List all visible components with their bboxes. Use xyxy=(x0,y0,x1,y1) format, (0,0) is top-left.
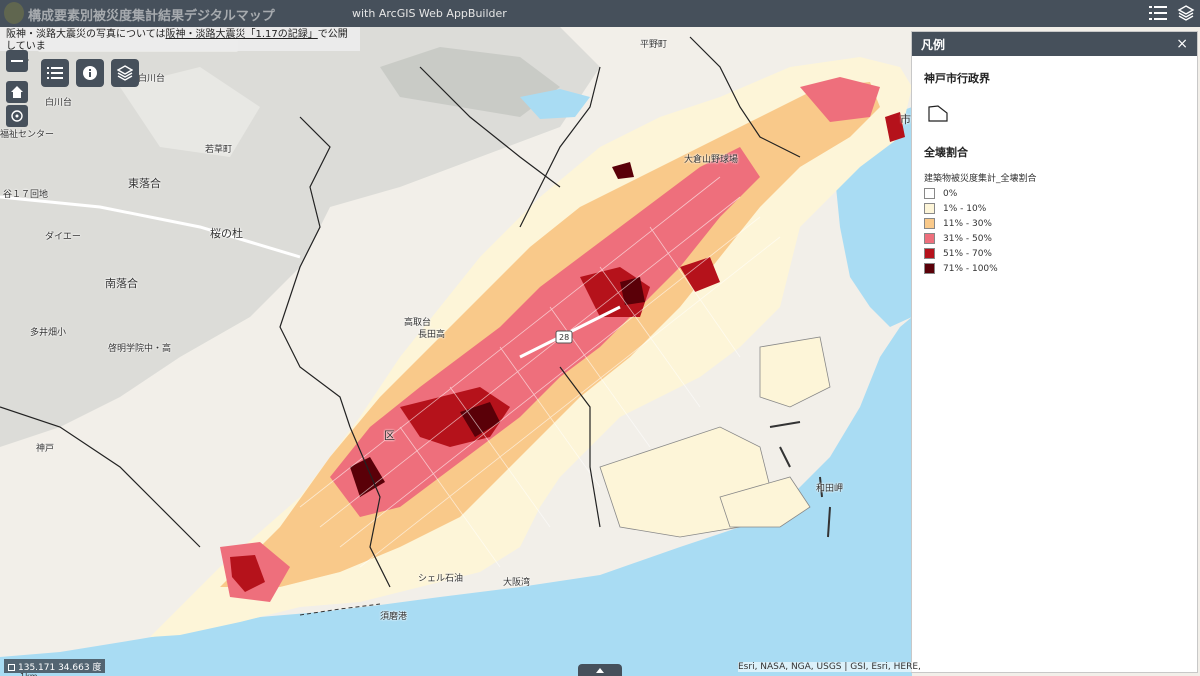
damage-layer-title: 全壊割合 xyxy=(924,146,968,159)
legend-item: 31% - 50% xyxy=(924,233,1185,244)
legend-label: 51% - 70% xyxy=(943,248,992,259)
info-button[interactable] xyxy=(76,59,104,87)
map-label: 南落合 xyxy=(105,277,138,290)
map-label: 若草町 xyxy=(205,145,233,155)
app-header: 構成要素別被災度集計結果デジタルマップ with ArcGIS Web AppB… xyxy=(0,0,1200,27)
zoom-out-button[interactable] xyxy=(6,50,28,72)
legend-label: 31% - 50% xyxy=(943,233,992,244)
map-label: 平野町 xyxy=(640,40,668,50)
coordinate-icon xyxy=(8,664,15,671)
map-label: ダイエー xyxy=(45,232,81,242)
legend-item: 71% - 100% xyxy=(924,263,1185,274)
map-label: 高取台 xyxy=(404,318,432,328)
legend-body: 神戸市行政界 全壊割合 建築物被災度集計_全壊割合 0% 1% - 10% 11… xyxy=(912,56,1197,284)
legend-label: 0% xyxy=(943,188,958,199)
boundary-polygon-icon xyxy=(928,105,948,122)
map-label: 和田岬 xyxy=(816,484,844,494)
legend-header: 凡例 × xyxy=(912,32,1197,56)
home-button[interactable] xyxy=(6,81,28,103)
layers-icon xyxy=(117,65,133,81)
home-icon xyxy=(11,86,23,98)
map-label: 谷１７回地 xyxy=(3,190,49,200)
list-icon xyxy=(47,67,63,79)
legend-item: 0% xyxy=(924,188,1185,199)
route-number: 28 xyxy=(559,333,570,342)
locate-button[interactable] xyxy=(6,105,28,127)
app-title: 構成要素別被災度集計結果デジタルマップ xyxy=(28,9,275,24)
notice-prefix: 阪神・淡路大震災の写真については xyxy=(6,29,166,40)
map-label: シェル石油 xyxy=(418,574,464,584)
legend-swatch xyxy=(924,263,935,274)
layer-list-button[interactable] xyxy=(111,59,139,87)
map-label: 大倉山野球場 xyxy=(684,155,739,165)
map-label: 白川台 xyxy=(138,74,166,84)
map-label: 福祉センター xyxy=(0,130,55,140)
legend-title: 凡例 xyxy=(921,37,946,52)
field-name: 建築物被災度集計_全壊割合 xyxy=(924,174,1037,184)
map-attribution: Esri, NASA, NGA, USGS | GSI, Esri, HERE, xyxy=(738,662,921,672)
notice-banner: 阪神・淡路大震災の写真については阪神・淡路大震災「1.17の記録」で公開していま… xyxy=(0,27,360,64)
map-label: 多井畑小 xyxy=(30,328,67,338)
coordinate-readout[interactable]: 135.171 34.663 度 xyxy=(4,659,106,673)
legend-label: 1% - 10% xyxy=(943,203,987,214)
legend-item: 11% - 30% xyxy=(924,218,1185,229)
legend-panel: 凡例 × 神戸市行政界 全壊割合 建築物被災度集計_全壊割合 0% 1% - 1… xyxy=(911,31,1198,673)
legend-swatch xyxy=(924,233,935,244)
legend-swatch xyxy=(924,188,935,199)
chevron-up-icon xyxy=(596,667,604,673)
attribute-table-toggle[interactable] xyxy=(578,664,622,676)
locate-icon xyxy=(11,110,23,122)
legend-swatch xyxy=(924,203,935,214)
harbor-pier xyxy=(759,336,831,408)
map-label: 桜の杜 xyxy=(210,227,243,240)
list-menu-icon[interactable] xyxy=(1146,2,1170,24)
boundary-layer-title: 神戸市行政界 xyxy=(924,72,990,85)
legend-toggle-button[interactable] xyxy=(41,59,69,87)
legend-label: 71% - 100% xyxy=(943,263,998,274)
map-label: 区 xyxy=(384,429,395,442)
photo-archive-link[interactable]: 阪神・淡路大震災「1.17の記録」 xyxy=(166,29,318,40)
legend-label: 11% - 30% xyxy=(943,218,992,229)
map-label: 長田高 xyxy=(418,330,446,340)
layers-icon[interactable] xyxy=(1174,2,1198,24)
map-label: 大阪湾 xyxy=(503,578,531,588)
scale-bar: 1km xyxy=(20,672,38,676)
legend-item: 51% - 70% xyxy=(924,248,1185,259)
map-label: 市 xyxy=(900,113,911,126)
legend-swatch xyxy=(924,248,935,259)
map-label: 神戸 xyxy=(36,444,55,454)
legend-swatch xyxy=(924,218,935,229)
map-label: 須磨港 xyxy=(380,612,408,622)
legend-item: 1% - 10% xyxy=(924,203,1185,214)
app-logo xyxy=(4,2,24,24)
map-label: 東落合 xyxy=(128,177,161,190)
close-icon[interactable]: × xyxy=(1176,36,1188,52)
info-icon xyxy=(83,66,97,80)
map-label: 白川台 xyxy=(45,98,73,108)
app-subtitle: with ArcGIS Web AppBuilder xyxy=(352,7,507,20)
map-label: 啓明学院中・高 xyxy=(108,344,172,354)
